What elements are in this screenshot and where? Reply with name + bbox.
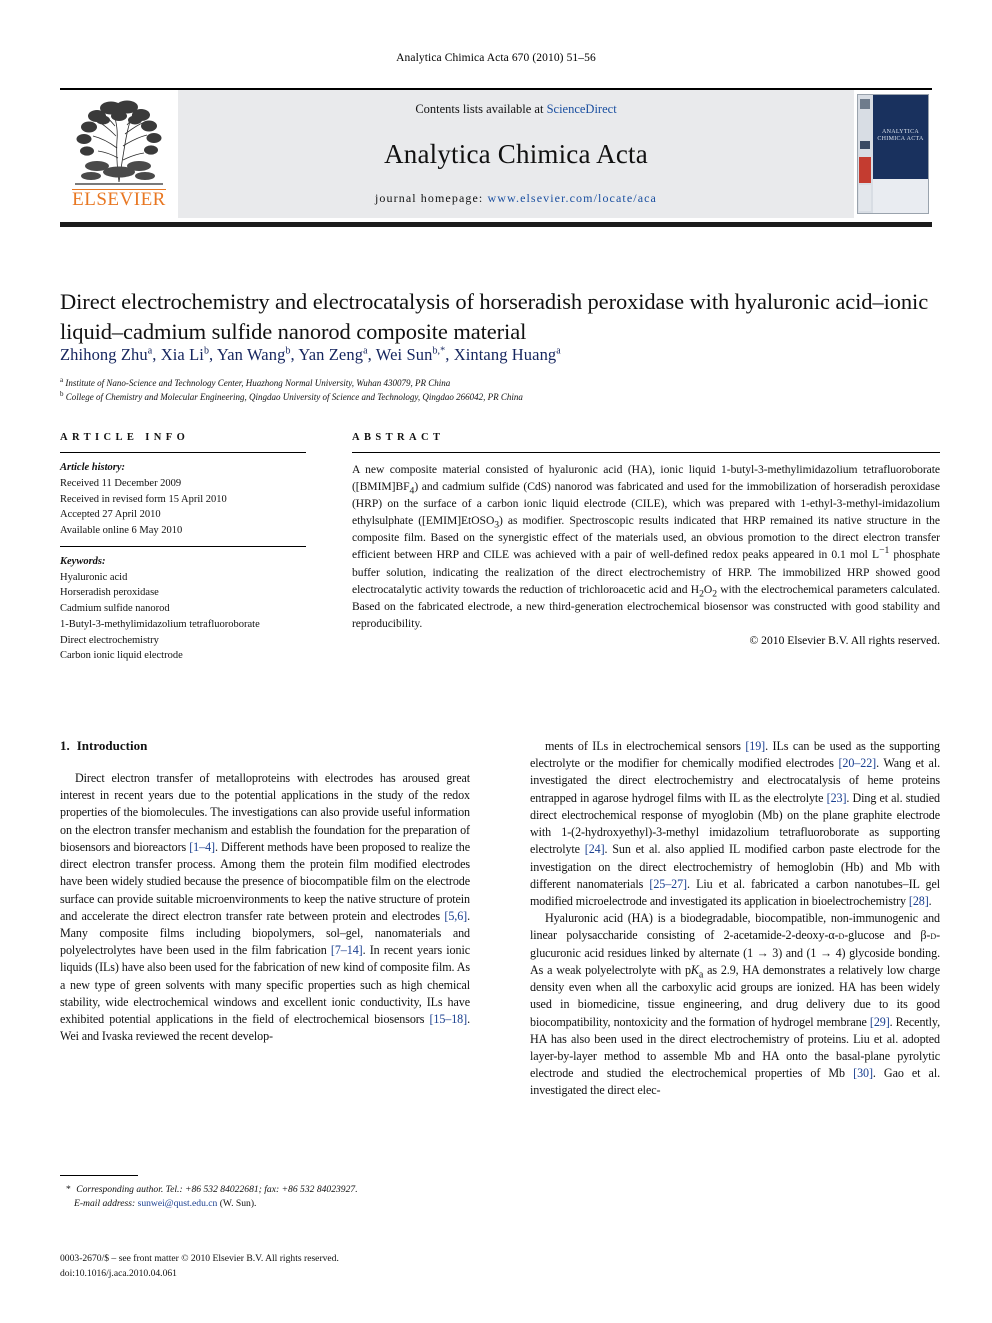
abstract-copyright: © 2010 Elsevier B.V. All rights reserved…	[749, 633, 940, 647]
contents-available-line: Contents lists available at ScienceDirec…	[415, 102, 616, 117]
keyword-item: Cadmium sulfide nanorod	[60, 603, 170, 614]
section-title: Introduction	[76, 738, 148, 753]
body-columns: 1. Introduction Direct electron transfer …	[60, 738, 940, 1218]
footnote-email-line: E-mail address: sunwei@qust.edu.cn (W. S…	[60, 1197, 470, 1211]
cover-swatch-2	[860, 141, 870, 149]
journal-title: Analytica Chimica Acta	[384, 138, 648, 169]
intro-paragraph-left: Direct electron transfer of metalloprote…	[60, 771, 470, 1044]
doi-line[interactable]: doi:10.1016/j.aca.2010.04.061	[60, 1267, 660, 1282]
footnote-rule	[60, 1175, 138, 1176]
keyword-item: Hyaluronic acid	[60, 571, 128, 583]
abstract-text: A new composite material consisted of hy…	[352, 463, 940, 630]
author-list: Zhihong Zhua, Xia Lib, Yan Wangb, Yan Ze…	[60, 345, 561, 364]
masthead-bottom-rule	[60, 222, 932, 227]
email-suffix: (W. Sun).	[219, 1198, 257, 1210]
column-gutter	[470, 738, 530, 1218]
article-history-label: Article history:	[60, 462, 126, 473]
intro-paragraph-right-2: Hyaluronic acid (HA) is a biodegradable,…	[530, 911, 941, 1098]
keywords-label: Keywords:	[60, 555, 106, 567]
keyword-item: Horseradish peroxidase	[60, 587, 159, 599]
abstract-column: ABSTRACT A new composite material consis…	[352, 432, 940, 664]
sciencedirect-link[interactable]: ScienceDirect	[547, 102, 617, 116]
cover-bottom-panel	[873, 179, 928, 213]
journal-homepage-line: journal homepage: www.elsevier.com/locat…	[375, 191, 657, 206]
elsevier-tree-icon	[75, 100, 163, 185]
keywords-rule-wrap: Keywords: Hyaluronic acid Horseradish pe…	[60, 539, 306, 664]
section-number: 1.	[60, 738, 70, 753]
article-page: Analytica Chimica Acta 670 (2010) 51–56	[0, 0, 992, 1323]
journal-masthead: ELSEVIER Contents lists available at Sci…	[60, 88, 932, 218]
body-column-right: ments of ILs in electrochemical sensors …	[530, 738, 940, 1218]
cover-swatch-1	[860, 99, 870, 109]
page-title: Direct electrochemistry and electrocatal…	[60, 289, 929, 345]
cover-swatch-3	[859, 157, 871, 183]
homepage-label: journal homepage:	[375, 191, 484, 205]
page-footer: 0003-2670/$ – see front matter © 2010 El…	[60, 1252, 660, 1282]
abstract-heading: ABSTRACT	[352, 432, 445, 443]
history-item: Accepted 27 April 2010	[60, 509, 161, 521]
body-column-left: 1. Introduction Direct electron transfer …	[60, 738, 470, 1218]
history-item: Available online 6 May 2010	[60, 525, 183, 536]
running-head: Analytica Chimica Acta 670 (2010) 51–56	[396, 52, 596, 64]
keyword-item: Carbon ionic liquid electrode	[60, 650, 183, 662]
keyword-item: Direct electrochemistry	[60, 634, 159, 646]
article-info-column: ARTICLE INFO Article history: Received 1…	[60, 432, 306, 664]
cover-image: ANALYTICA CHIMICA ACTA	[857, 94, 929, 214]
email-link[interactable]: sunwei@qust.edu.cn	[138, 1198, 218, 1209]
elsevier-logo: ELSEVIER	[60, 90, 178, 218]
keyword-item: 1-Butyl-3-methylimidazolium tetrafluorob…	[60, 618, 260, 630]
affiliations: a Institute of Nano-Science and Technolo…	[60, 377, 940, 405]
history-item: Received 11 December 2009	[60, 477, 182, 489]
affiliation-b: b College of Chemistry and Molecular Eng…	[60, 389, 523, 402]
footnote-text: * Corresponding author. Tel.: +86 532 84…	[60, 1183, 470, 1212]
cover-swatch-4	[859, 185, 871, 211]
masthead-center: Contents lists available at ScienceDirec…	[178, 90, 854, 218]
email-label: E-mail address:	[74, 1198, 136, 1210]
keywords-block: Keywords: Hyaluronic acid Horseradish pe…	[60, 547, 306, 664]
intro-paragraph-right-1: ments of ILs in electrochemical sensors …	[530, 739, 941, 908]
affiliation-a: a Institute of Nano-Science and Technolo…	[60, 376, 451, 389]
info-abstract-band: ARTICLE INFO Article history: Received 1…	[60, 432, 940, 664]
elsevier-wordmark: ELSEVIER	[72, 189, 166, 210]
front-matter-line: 0003-2670/$ – see front matter © 2010 El…	[60, 1253, 339, 1264]
contents-prefix: Contents lists available at	[415, 102, 547, 116]
article-history-block: Article history: Received 11 December 20…	[60, 453, 306, 539]
journal-cover-thumbnail: ANALYTICA CHIMICA ACTA	[854, 90, 932, 218]
homepage-url-link[interactable]: www.elsevier.com/locate/aca	[487, 191, 657, 205]
history-item: Received in revised form 15 April 2010	[60, 493, 227, 505]
corresponding-author-footnote: * Corresponding author. Tel.: +86 532 84…	[60, 1175, 470, 1212]
footnote-corresponding-line: * Corresponding author. Tel.: +86 532 84…	[66, 1184, 358, 1195]
section-heading-introduction: 1. Introduction	[60, 738, 470, 754]
cover-title-text: ANALYTICA CHIMICA ACTA	[877, 129, 924, 142]
affiliation-b-text: College of Chemistry and Molecular Engin…	[65, 391, 523, 402]
affiliation-a-text: Institute of Nano-Science and Technology…	[65, 378, 451, 388]
article-info-heading: ARTICLE INFO	[60, 432, 190, 443]
band-gap	[306, 432, 352, 664]
